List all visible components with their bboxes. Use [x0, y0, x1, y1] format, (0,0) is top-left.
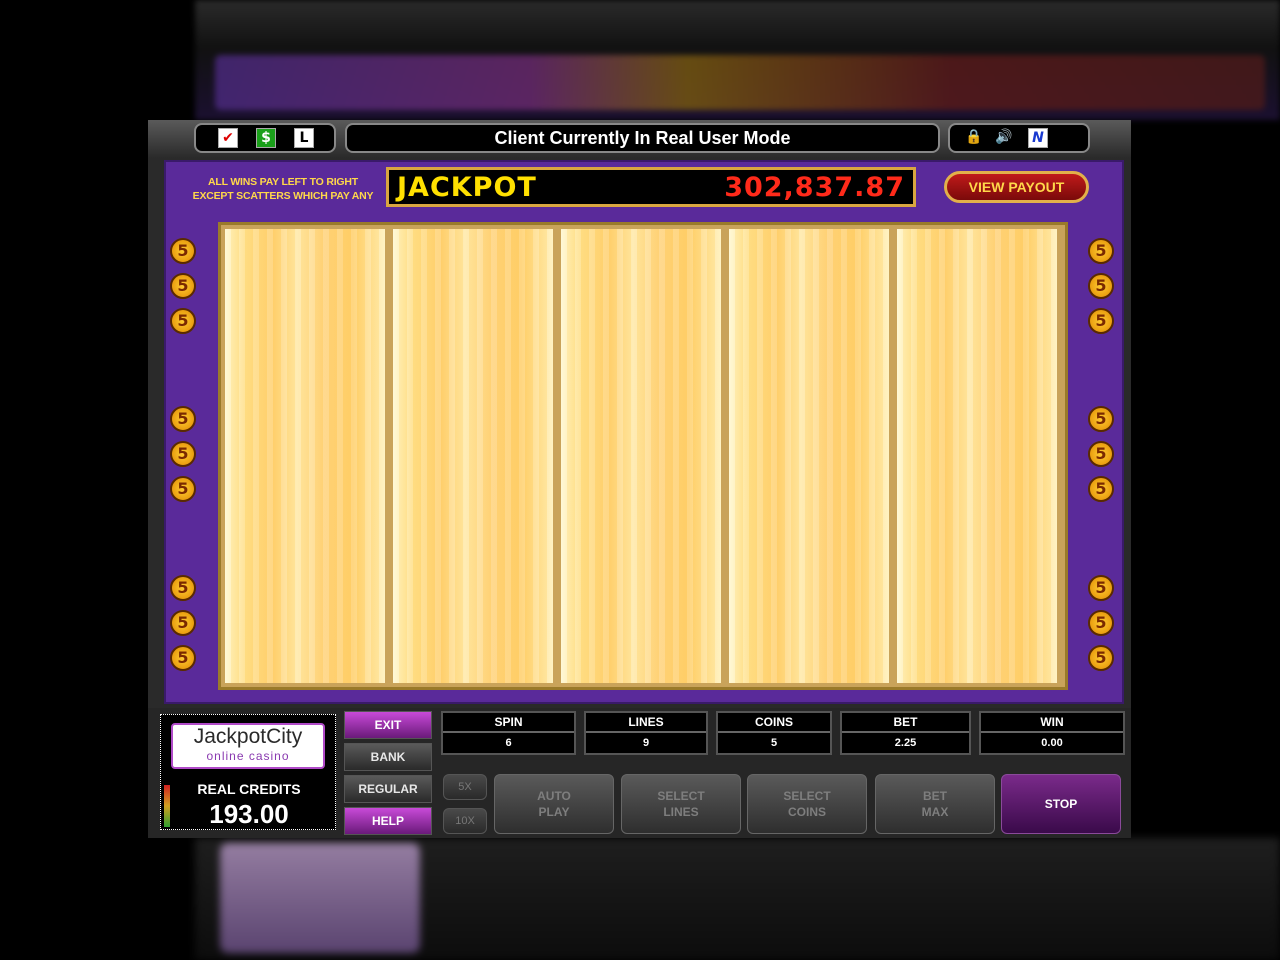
lock-icon[interactable]: 🔒	[964, 128, 984, 148]
logo-name: JackpotCity	[193, 725, 303, 748]
jackpot-display: JACKPOT 302,837.87	[386, 167, 916, 207]
credits-label: REAL CREDITS	[197, 781, 301, 797]
reel-2	[393, 229, 553, 683]
payline-marker-left: 5	[170, 238, 196, 264]
casino-logo: JackpotCity online casino	[171, 723, 325, 769]
slot-machine-panel: ALL WINS PAY LEFT TO RIGHT EXCEPT SCATTE…	[164, 160, 1124, 704]
stop-label: STOP	[1044, 797, 1078, 811]
spin-stat: SPIN 6	[441, 711, 576, 755]
payline-marker-right: 5	[1088, 308, 1114, 334]
reel-4	[729, 229, 889, 683]
pay-rule-line-1: ALL WINS PAY LEFT TO RIGHT	[208, 176, 358, 188]
bank-button[interactable]: BANK	[344, 743, 432, 771]
reel-5	[897, 229, 1057, 683]
logo-subtitle: online casino	[206, 749, 290, 763]
auto-play-label-1: AUTO	[537, 789, 571, 803]
bet-label: BET	[842, 713, 969, 733]
exit-button[interactable]: EXIT	[344, 711, 432, 739]
payline-marker-right: 5	[1088, 441, 1114, 467]
background-browser-blur	[195, 0, 1280, 120]
pay-rule-text: ALL WINS PAY LEFT TO RIGHT EXCEPT SCATTE…	[188, 175, 378, 203]
payline-marker-left: 5	[170, 476, 196, 502]
reels-area	[218, 222, 1068, 690]
multiplier-5x-button[interactable]: 5X	[443, 774, 487, 800]
bet-max-button[interactable]: BET MAX	[875, 774, 995, 834]
speaker-icon[interactable]: 🔊	[994, 128, 1014, 148]
reel-3	[561, 229, 721, 683]
payline-marker-right: 5	[1088, 476, 1114, 502]
logo-credits-panel: JackpotCity online casino REAL CREDITS 1…	[160, 714, 336, 830]
coins-stat: COINS 5	[716, 711, 832, 755]
payline-marker-right: 5	[1088, 575, 1114, 601]
payline-marker-right: 5	[1088, 238, 1114, 264]
auto-play-label-2: PLAY	[538, 805, 570, 819]
payline-marker-right: 5	[1088, 645, 1114, 671]
payline-marker-left: 5	[170, 406, 196, 432]
payline-marker-left: 5	[170, 575, 196, 601]
view-payout-button[interactable]: VIEW PAYOUT	[944, 171, 1089, 203]
background-banner	[215, 55, 1265, 110]
bet-stat: BET 2.25	[840, 711, 971, 755]
bet-value: 2.25	[894, 737, 917, 749]
regular-button[interactable]: REGULAR	[344, 775, 432, 803]
game-top-bar: ✔ $ L Client Currently In Real User Mode…	[148, 120, 1131, 158]
lines-label: LINES	[586, 713, 706, 733]
top-right-toolbar: 🔒 🔊 N	[948, 123, 1090, 153]
top-left-toolbar: ✔ $ L	[194, 123, 336, 153]
win-label: WIN	[981, 713, 1123, 733]
slot-game-window: ✔ $ L Client Currently In Real User Mode…	[148, 120, 1131, 838]
lines-stat: LINES 9	[584, 711, 708, 755]
spin-value: 6	[505, 737, 512, 749]
coins-value: 5	[770, 737, 778, 749]
pay-rule-line-2: EXCEPT SCATTERS WHICH PAY ANY	[192, 190, 374, 202]
control-panel: JackpotCity online casino REAL CREDITS 1…	[148, 708, 1131, 838]
payline-marker-right: 5	[1088, 406, 1114, 432]
jackpot-label: JACKPOT	[397, 172, 537, 203]
help-button[interactable]: HELP	[344, 807, 432, 835]
payline-marker-left: 5	[170, 610, 196, 636]
select-coins-button[interactable]: SELECT COINS	[747, 774, 867, 834]
win-value: 0.00	[1041, 737, 1063, 749]
credits-value: 193.00	[209, 799, 289, 829]
auto-play-button[interactable]: AUTO PLAY	[494, 774, 614, 834]
payline-marker-left: 5	[170, 273, 196, 299]
win-stat: WIN 0.00	[979, 711, 1125, 755]
select-lines-label-2: LINES	[663, 805, 699, 819]
payline-marker-left: 5	[170, 308, 196, 334]
n-logo-icon[interactable]: N	[1028, 128, 1048, 148]
bet-max-label-2: MAX	[921, 805, 949, 819]
jackpot-value: 302,837.87	[724, 172, 905, 203]
select-coins-label-2: COINS	[787, 805, 826, 819]
dollar-icon[interactable]: $	[256, 128, 276, 148]
bet-max-label-1: BET	[923, 789, 947, 803]
reel-1	[225, 229, 385, 683]
coins-label: COINS	[718, 713, 830, 733]
lines-value: 9	[642, 737, 650, 749]
background-panel	[220, 843, 420, 953]
select-coins-label-1: SELECT	[783, 789, 831, 803]
select-lines-label-1: SELECT	[657, 789, 705, 803]
payline-marker-left: 5	[170, 645, 196, 671]
stop-button[interactable]: STOP	[1001, 774, 1121, 834]
check-icon[interactable]: ✔	[218, 128, 238, 148]
mode-title: Client Currently In Real User Mode	[494, 128, 791, 148]
payline-marker-left: 5	[170, 441, 196, 467]
payline-marker-right: 5	[1088, 273, 1114, 299]
letter-l-icon[interactable]: L	[294, 128, 314, 148]
background-bottom-blur	[195, 838, 1280, 960]
select-lines-button[interactable]: SELECT LINES	[621, 774, 741, 834]
multiplier-10x-button[interactable]: 10X	[443, 808, 487, 834]
payline-marker-right: 5	[1088, 610, 1114, 636]
spin-label: SPIN	[443, 713, 574, 733]
mode-title-box: Client Currently In Real User Mode	[345, 123, 940, 153]
